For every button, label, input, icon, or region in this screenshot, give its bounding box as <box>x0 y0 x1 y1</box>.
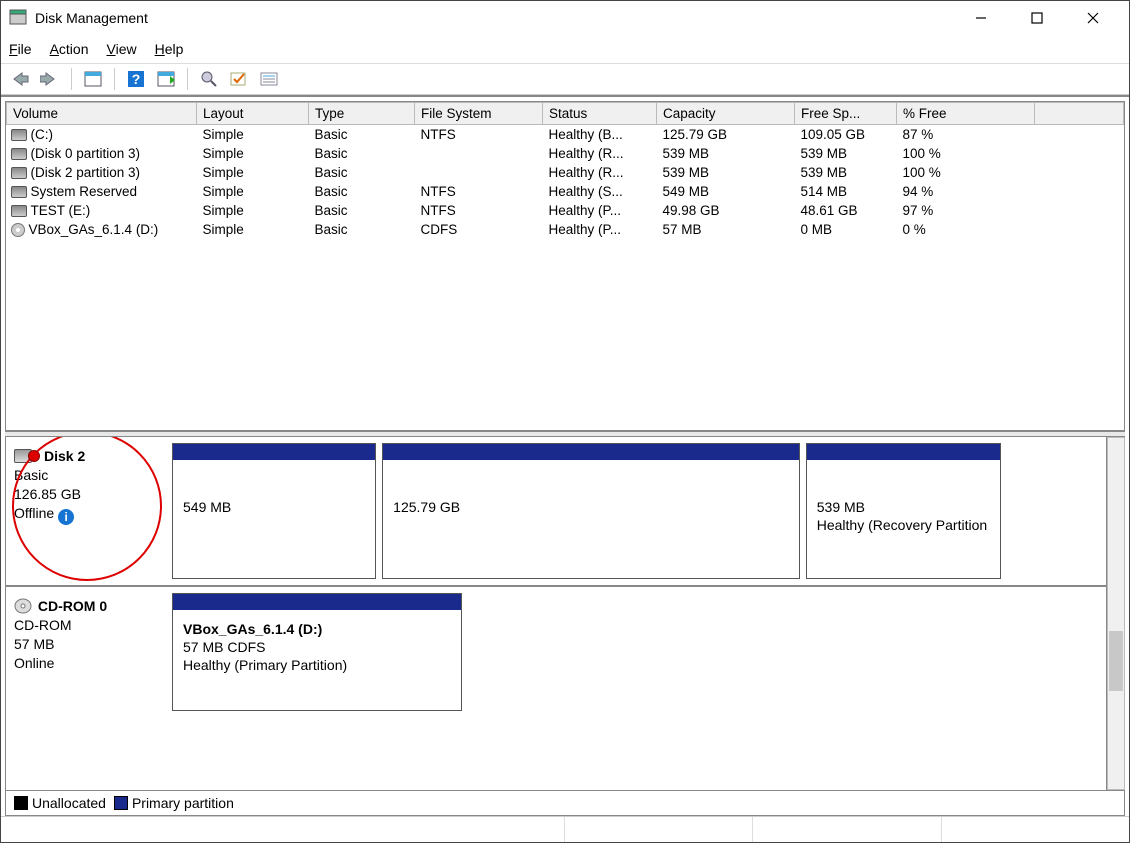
col-filesystem[interactable]: File System <box>415 103 543 125</box>
disk-type: Basic <box>14 466 166 485</box>
col-volume[interactable]: Volume <box>7 103 197 125</box>
volume-table[interactable]: Volume Layout Type File System Status Ca… <box>6 102 1124 239</box>
volume-box[interactable]: 539 MBHealthy (Recovery Partition <box>806 443 1001 579</box>
svg-text:?: ? <box>132 71 141 87</box>
drive-icon <box>11 129 27 141</box>
info-badge-icon[interactable]: i <box>58 509 74 525</box>
legend: Unallocated Primary partition <box>5 790 1125 816</box>
toolbar-view-icon[interactable] <box>153 66 179 92</box>
titlebar[interactable]: Disk Management <box>1 1 1129 35</box>
swatch-blue <box>114 796 128 810</box>
check-icon[interactable] <box>226 66 252 92</box>
volume-size: 549 MB <box>183 498 365 516</box>
volume-box-header <box>383 444 799 460</box>
disk-row-disk2[interactable]: Disk 2 Basic 126.85 GB Offlinei 549 MB 12… <box>6 437 1106 587</box>
volume-line2: 57 MB CDFS <box>183 638 451 656</box>
col-status[interactable]: Status <box>543 103 657 125</box>
error-badge-icon <box>28 450 40 462</box>
drive-icon <box>11 205 27 217</box>
app-icon <box>9 9 27 27</box>
table-header-row[interactable]: Volume Layout Type File System Status Ca… <box>7 103 1124 125</box>
cd-icon <box>11 223 25 237</box>
disk-name: Disk 2 <box>44 448 85 464</box>
table-row[interactable]: VBox_GAs_6.1.4 (D:)SimpleBasicCDFSHealth… <box>7 220 1124 239</box>
disk-row-cdrom[interactable]: CD-ROM 0 CD-ROM 57 MB Online VBox_GAs_6.… <box>6 587 1106 717</box>
menu-action[interactable]: Action <box>50 41 89 57</box>
table-row[interactable]: (Disk 0 partition 3)SimpleBasicHealthy (… <box>7 144 1124 163</box>
volume-list-pane[interactable]: Volume Layout Type File System Status Ca… <box>5 101 1125 431</box>
forward-button[interactable] <box>37 66 63 92</box>
legend-primary: Primary partition <box>114 795 234 811</box>
menu-view[interactable]: View <box>107 41 137 57</box>
volume-box[interactable]: 125.79 GB <box>382 443 800 579</box>
window-title: Disk Management <box>35 10 148 26</box>
swatch-black <box>14 796 28 810</box>
list-icon[interactable] <box>256 66 282 92</box>
volume-box-header <box>173 594 461 610</box>
scrollbar-thumb[interactable] <box>1109 631 1123 691</box>
disk-state: Offline <box>14 505 54 521</box>
toolbar: ? <box>1 63 1129 95</box>
menu-help[interactable]: Help <box>155 41 184 57</box>
disk-size: 126.85 GB <box>14 485 166 504</box>
table-row[interactable]: System ReservedSimpleBasicNTFSHealthy (S… <box>7 182 1124 201</box>
menu-bar: File Action View Help <box>1 35 1129 63</box>
col-freespace[interactable]: Free Sp... <box>795 103 897 125</box>
drive-icon <box>11 167 27 179</box>
separator <box>71 68 72 90</box>
disk-type: CD-ROM <box>14 616 166 635</box>
separator <box>114 68 115 90</box>
maximize-button[interactable] <box>1009 1 1065 35</box>
volume-size: 539 MB <box>817 498 990 516</box>
content-area: Volume Layout Type File System Status Ca… <box>1 95 1129 816</box>
table-row[interactable]: TEST (E:)SimpleBasicNTFSHealthy (P...49.… <box>7 201 1124 220</box>
cdrom-icon <box>14 598 34 614</box>
volume-name: VBox_GAs_6.1.4 (D:) <box>183 620 451 638</box>
help-button[interactable]: ? <box>123 66 149 92</box>
disk-size: 57 MB <box>14 635 166 654</box>
col-extra[interactable] <box>1035 103 1124 125</box>
minimize-button[interactable] <box>953 1 1009 35</box>
col-layout[interactable]: Layout <box>197 103 309 125</box>
volume-box[interactable]: VBox_GAs_6.1.4 (D:) 57 MB CDFS Healthy (… <box>172 593 462 711</box>
col-type[interactable]: Type <box>309 103 415 125</box>
col-pctfree[interactable]: % Free <box>897 103 1035 125</box>
table-row[interactable]: (Disk 2 partition 3)SimpleBasicHealthy (… <box>7 163 1124 182</box>
disk-info[interactable]: CD-ROM 0 CD-ROM 57 MB Online <box>12 593 172 711</box>
scrollbar[interactable] <box>1107 437 1125 790</box>
volume-strip: 549 MB 125.79 GB 539 MBHealthy (Recovery P… <box>172 443 1100 579</box>
volume-size: 125.79 GB <box>393 498 789 516</box>
disk-map-pane: Disk 2 Basic 126.85 GB Offlinei 549 MB 12… <box>5 437 1125 790</box>
volume-strip: VBox_GAs_6.1.4 (D:) 57 MB CDFS Healthy (… <box>172 593 1100 711</box>
separator <box>187 68 188 90</box>
disk-name: CD-ROM 0 <box>38 598 107 614</box>
window-root: Disk Management File Action View Help ? <box>0 0 1130 843</box>
disk-state: Online <box>14 654 166 673</box>
menu-file[interactable]: File <box>9 41 32 57</box>
drive-icon <box>11 186 27 198</box>
close-button[interactable] <box>1065 1 1121 35</box>
window-controls <box>953 1 1121 35</box>
table-row[interactable]: (C:)SimpleBasicNTFSHealthy (B...125.79 G… <box>7 125 1124 145</box>
search-icon[interactable] <box>196 66 222 92</box>
disk-info[interactable]: Disk 2 Basic 126.85 GB Offlinei <box>12 443 172 579</box>
drive-icon <box>11 148 27 160</box>
col-capacity[interactable]: Capacity <box>657 103 795 125</box>
volume-line3: Healthy (Primary Partition) <box>183 656 451 674</box>
volume-box-header <box>807 444 1000 460</box>
volume-box[interactable]: 549 MB <box>172 443 376 579</box>
legend-unallocated: Unallocated <box>14 795 106 811</box>
back-button[interactable] <box>7 66 33 92</box>
volume-status: Healthy (Recovery Partition <box>817 516 990 534</box>
volume-box-header <box>173 444 375 460</box>
disk-rows[interactable]: Disk 2 Basic 126.85 GB Offlinei 549 MB 12… <box>5 437 1107 790</box>
toolbar-table-icon[interactable] <box>80 66 106 92</box>
status-bar <box>1 816 1129 842</box>
